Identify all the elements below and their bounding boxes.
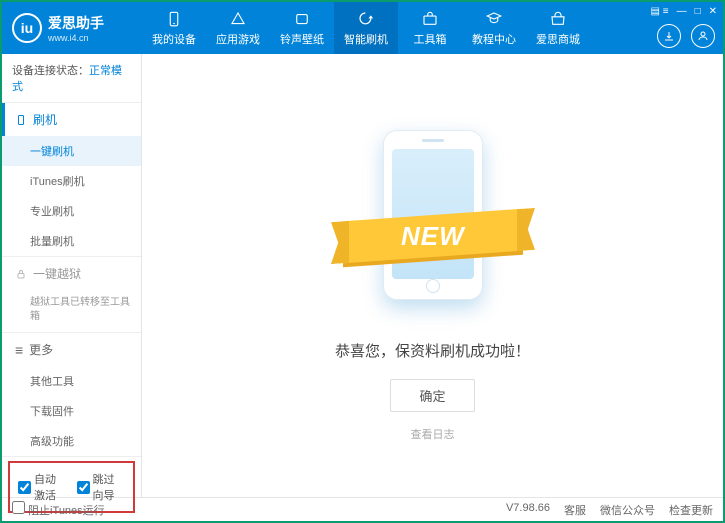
- check-update-link[interactable]: 检查更新: [669, 502, 713, 518]
- checkbox-block-itunes[interactable]: 阻止iTunes运行: [12, 501, 105, 518]
- sidebar: 设备连接状态：正常模式 刷机 一键刷机 iTunes刷机 专业刷机 批量刷机 一…: [2, 54, 142, 497]
- sidebar-item-other[interactable]: 其他工具: [2, 366, 141, 396]
- logo-area: iu 爱思助手 www.i4.cn: [2, 13, 142, 43]
- download-icon[interactable]: [657, 24, 681, 48]
- sidebar-header-jailbreak[interactable]: 一键越狱: [2, 257, 141, 290]
- nav-tabs: 我的设备 应用游戏 铃声壁纸 智能刷机 工具箱 教程中心 爱思商城: [142, 2, 723, 54]
- customer-service-link[interactable]: 客服: [564, 502, 586, 518]
- nav-toolbox[interactable]: 工具箱: [398, 2, 462, 54]
- sidebar-item-itunes[interactable]: iTunes刷机: [2, 166, 141, 196]
- checkbox-auto-activate[interactable]: 自动激活: [18, 471, 67, 503]
- nav-apps[interactable]: 应用游戏: [206, 2, 270, 54]
- user-icon[interactable]: [691, 24, 715, 48]
- sidebar-item-download[interactable]: 下载固件: [2, 396, 141, 426]
- jailbreak-note: 越狱工具已转移至工具箱: [2, 290, 141, 332]
- confirm-button[interactable]: 确定: [390, 379, 474, 412]
- app-url: www.i4.cn: [48, 33, 104, 43]
- sidebar-item-advanced[interactable]: 高级功能: [2, 426, 141, 456]
- minimize-icon[interactable]: —: [677, 6, 687, 17]
- sidebar-header-flash[interactable]: 刷机: [2, 103, 141, 136]
- view-log-link[interactable]: 查看日志: [411, 426, 455, 442]
- nav-store[interactable]: 爱思商城: [526, 2, 590, 54]
- close-icon[interactable]: ✕: [709, 6, 717, 17]
- main-content: NEW 恭喜您，保资料刷机成功啦！ 确定 查看日志: [142, 54, 723, 497]
- nav-my-device[interactable]: 我的设备: [142, 2, 206, 54]
- titlebar: iu 爱思助手 www.i4.cn 我的设备 应用游戏 铃声壁纸 智能刷机 工具…: [2, 2, 723, 54]
- window-controls: ▤ ≡ — □ ✕: [651, 6, 718, 17]
- logo-icon: iu: [12, 13, 42, 43]
- lock-icon: [15, 268, 27, 280]
- sidebar-item-pro[interactable]: 专业刷机: [2, 196, 141, 226]
- connection-status: 设备连接状态：正常模式: [2, 54, 141, 103]
- menu-lines-icon: ≡: [15, 342, 23, 358]
- menu-icon[interactable]: ▤ ≡: [651, 6, 669, 17]
- sidebar-item-oneclick[interactable]: 一键刷机: [2, 136, 141, 166]
- nav-tutorials[interactable]: 教程中心: [462, 2, 526, 54]
- sidebar-header-more[interactable]: ≡ 更多: [2, 333, 141, 366]
- success-message: 恭喜您，保资料刷机成功啦！: [335, 340, 530, 361]
- success-illustration: NEW: [333, 130, 533, 310]
- nav-flash[interactable]: 智能刷机: [334, 2, 398, 54]
- maximize-icon[interactable]: □: [695, 6, 701, 17]
- nav-ringtones[interactable]: 铃声壁纸: [270, 2, 334, 54]
- sidebar-item-batch[interactable]: 批量刷机: [2, 226, 141, 256]
- checkbox-skip-guide[interactable]: 跳过向导: [77, 471, 126, 503]
- phone-icon: [15, 114, 27, 126]
- wechat-link[interactable]: 微信公众号: [600, 502, 655, 518]
- app-title: 爱思助手: [48, 13, 104, 33]
- version-label: V7.98.66: [506, 502, 550, 518]
